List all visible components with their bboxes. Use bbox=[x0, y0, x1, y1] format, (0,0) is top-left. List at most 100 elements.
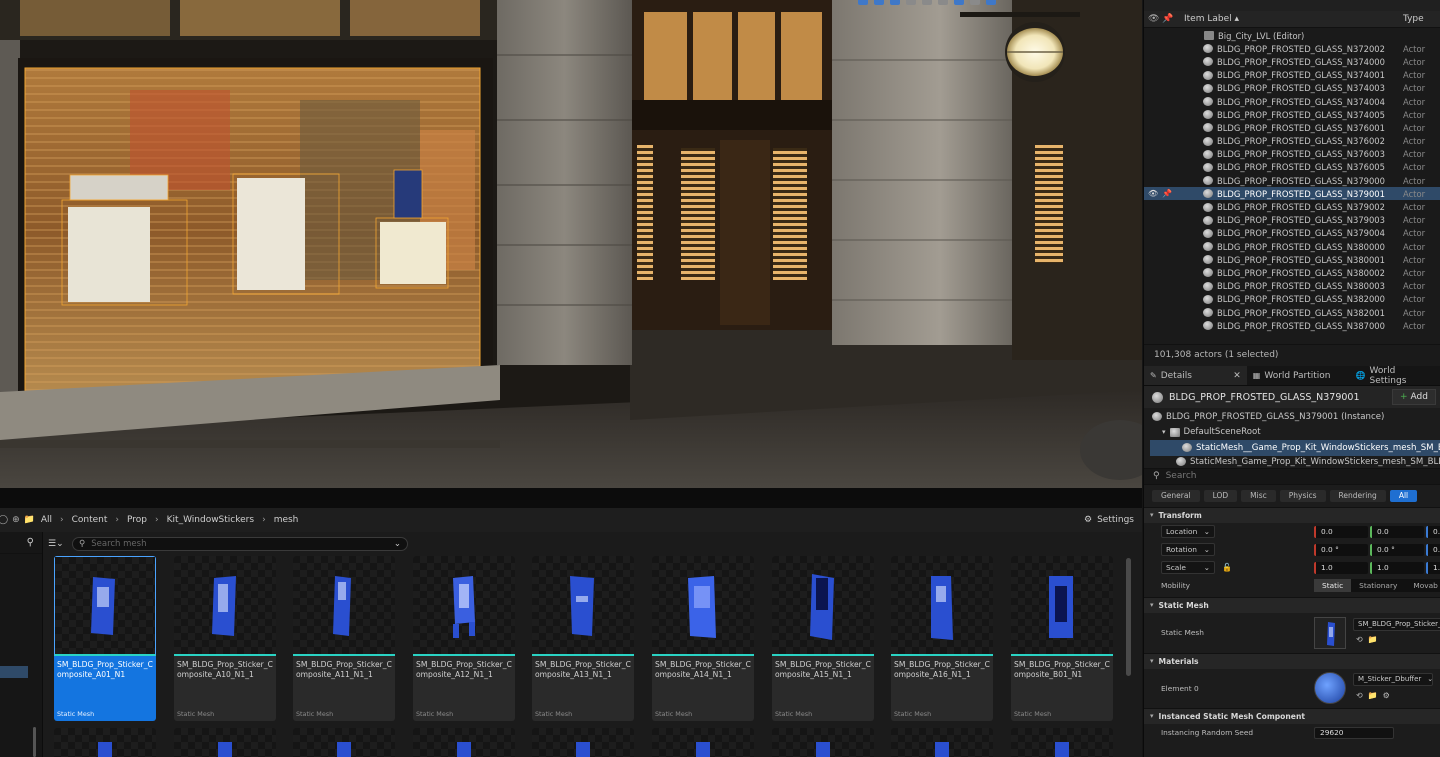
outliner-level-row[interactable]: Big_City_LVL (Editor) bbox=[1144, 29, 1440, 42]
tab-world-partition[interactable]: ▦ World Partition bbox=[1247, 366, 1350, 385]
asset-tile[interactable]: SM_BLDG_Prop_Sticker_Composite_A12_N1_1 S… bbox=[413, 556, 515, 721]
asset-tile-partial[interactable] bbox=[1011, 728, 1113, 757]
browse-icon[interactable]: 📁 bbox=[1368, 691, 1378, 700]
sources-search-icon[interactable]: ⚲ bbox=[0, 532, 42, 554]
asset-tile-partial[interactable] bbox=[174, 728, 276, 757]
history-icon[interactable]: ◯ bbox=[0, 515, 8, 525]
asset-tile[interactable]: SM_BLDG_Prop_Sticker_Composite_A10_N1_1 S… bbox=[174, 556, 276, 721]
tab-details[interactable]: ✎ Details ✕ bbox=[1144, 366, 1247, 385]
breadcrumb-prop[interactable]: Prop bbox=[127, 515, 147, 525]
section-materials[interactable]: ▾ Materials bbox=[1144, 652, 1440, 669]
close-icon[interactable]: ✕ bbox=[1233, 371, 1241, 381]
column-type[interactable]: Type bbox=[1403, 14, 1440, 24]
visibility-eye-icon[interactable]: 👁 bbox=[1148, 189, 1162, 198]
visibility-eye-icon[interactable]: 👁 bbox=[1148, 14, 1162, 24]
chevron-down-icon[interactable]: ▾ bbox=[1162, 428, 1166, 436]
rotation-x-input[interactable]: 0.0 ° bbox=[1314, 543, 1368, 556]
filter-all[interactable]: All bbox=[1389, 489, 1418, 502]
outliner-actor-row[interactable]: BLDG_PROP_FROSTED_GLASS_N374003 Actor bbox=[1144, 82, 1440, 95]
rotation-y-input[interactable]: 0.0 ° bbox=[1370, 543, 1424, 556]
chevron-down-icon[interactable]: ⌄ bbox=[394, 539, 401, 549]
mobility-toggle[interactable]: Static Stationary Movab bbox=[1314, 578, 1440, 592]
location-dropdown[interactable]: Location ⌄ bbox=[1161, 525, 1215, 538]
filter-misc[interactable]: Misc bbox=[1241, 489, 1276, 502]
pin-icon[interactable]: 📌 bbox=[1162, 189, 1176, 198]
outliner-actor-row[interactable]: 👁 📌 BLDG_PROP_FROSTED_GLASS_N379001 Actor bbox=[1144, 187, 1440, 201]
component-row[interactable]: BLDG_PROP_FROSTED_GLASS_N379001 (Instanc… bbox=[1144, 409, 1440, 425]
asset-tile-partial[interactable] bbox=[772, 728, 874, 757]
section-transform[interactable]: ▾ Transform bbox=[1144, 506, 1440, 523]
scale-x-input[interactable]: 1.0 bbox=[1314, 561, 1368, 574]
gear-icon[interactable]: ⚙ bbox=[1383, 691, 1390, 700]
chevron-right-icon[interactable]: › bbox=[60, 515, 64, 525]
outliner-actor-row[interactable]: BLDG_PROP_FROSTED_GLASS_N376001 Actor bbox=[1144, 121, 1440, 134]
breadcrumb-all[interactable]: All bbox=[41, 515, 52, 525]
asset-tile[interactable]: SM_BLDG_Prop_Sticker_Composite_A15_N1_1 S… bbox=[772, 556, 874, 721]
material-asset-picker[interactable]: M_Sticker_Dbuffer ⌄ bbox=[1353, 672, 1433, 686]
scale-dropdown[interactable]: Scale ⌄ bbox=[1161, 561, 1215, 574]
asset-tile[interactable]: SM_BLDG_Prop_Sticker_Composite_A16_N1_1 S… bbox=[891, 556, 993, 721]
outliner-search-bar[interactable] bbox=[1144, 0, 1440, 11]
location-z-input[interactable]: 0.0 bbox=[1426, 525, 1440, 538]
add-icon[interactable]: ⊕ bbox=[12, 515, 20, 525]
sources-scrollbar[interactable] bbox=[33, 727, 36, 757]
asset-tile-partial[interactable] bbox=[293, 728, 395, 757]
outliner-actor-row[interactable]: BLDG_PROP_FROSTED_GLASS_N376005 Actor bbox=[1144, 161, 1440, 174]
instancing-seed-input[interactable]: 29620 bbox=[1314, 726, 1394, 739]
outliner-actor-row[interactable]: BLDG_PROP_FROSTED_GLASS_N376003 Actor bbox=[1144, 148, 1440, 161]
selected-folder[interactable] bbox=[0, 666, 28, 678]
scale-z-input[interactable]: 1.0 bbox=[1426, 561, 1440, 574]
outliner-actor-row[interactable]: BLDG_PROP_FROSTED_GLASS_N374005 Actor bbox=[1144, 108, 1440, 121]
outliner-actor-row[interactable]: BLDG_PROP_FROSTED_GLASS_N380003 Actor bbox=[1144, 280, 1440, 293]
breadcrumb-kit-windowstickers[interactable]: Kit_WindowStickers bbox=[167, 515, 254, 525]
filter-rendering[interactable]: Rendering bbox=[1329, 489, 1386, 502]
section-static-mesh[interactable]: ▾ Static Mesh bbox=[1144, 596, 1440, 613]
asset-grid-scrollbar[interactable] bbox=[1126, 558, 1131, 676]
browse-icon[interactable]: 📁 bbox=[1368, 635, 1378, 644]
add-component-button[interactable]: + Add bbox=[1392, 389, 1436, 405]
location-x-input[interactable]: 0.0 bbox=[1314, 525, 1368, 538]
chevron-right-icon[interactable]: › bbox=[115, 515, 119, 525]
actor-name[interactable]: BLDG_PROP_FROSTED_GLASS_N379001 bbox=[1169, 392, 1392, 403]
outliner-actor-row[interactable]: BLDG_PROP_FROSTED_GLASS_N379002 Actor bbox=[1144, 200, 1440, 213]
outliner-tree[interactable]: Big_City_LVL (Editor) BLDG_PROP_FROSTED_… bbox=[1144, 29, 1440, 342]
filter-general[interactable]: General bbox=[1152, 489, 1200, 502]
scale-y-input[interactable]: 1.0 bbox=[1370, 561, 1424, 574]
component-row[interactable]: ▾ DefaultSceneRoot bbox=[1144, 425, 1440, 441]
outliner-actor-row[interactable]: BLDG_PROP_FROSTED_GLASS_N380001 Actor bbox=[1144, 253, 1440, 266]
chevron-right-icon[interactable]: › bbox=[262, 515, 266, 525]
component-row[interactable]: StaticMesh_Game_Prop_Kit_WindowStickers_… bbox=[1144, 456, 1440, 468]
column-item-label[interactable]: Item Label ▴ bbox=[1184, 14, 1403, 24]
asset-tile-partial[interactable] bbox=[532, 728, 634, 757]
rotation-z-input[interactable]: 0.0 bbox=[1426, 543, 1440, 556]
filter-physics[interactable]: Physics bbox=[1279, 489, 1326, 502]
back-arrow-icon[interactable]: ⟲ bbox=[1356, 691, 1363, 700]
chevron-right-icon[interactable]: › bbox=[155, 515, 159, 525]
outliner-actor-row[interactable]: BLDG_PROP_FROSTED_GLASS_N374001 Actor bbox=[1144, 69, 1440, 82]
static-mesh-thumbnail[interactable] bbox=[1314, 616, 1346, 649]
section-instanced-static-mesh[interactable]: ▾ Instanced Static Mesh Component bbox=[1144, 707, 1440, 724]
asset-tile-partial[interactable] bbox=[413, 728, 515, 757]
component-row[interactable]: StaticMesh__Game_Prop_Kit_WindowStickers… bbox=[1150, 440, 1440, 456]
location-y-input[interactable]: 0.0 bbox=[1370, 525, 1424, 538]
back-arrow-icon[interactable]: ⟲ bbox=[1356, 635, 1363, 644]
asset-tile[interactable]: SM_BLDG_Prop_Sticker_Composite_A01_N1 Sta… bbox=[54, 556, 156, 721]
material-thumbnail[interactable] bbox=[1314, 671, 1346, 704]
rotation-dropdown[interactable]: Rotation ⌄ bbox=[1161, 543, 1215, 556]
asset-tile-partial[interactable] bbox=[891, 728, 993, 757]
static-mesh-asset-picker[interactable]: SM_BLDG_Prop_Sticker_C bbox=[1353, 617, 1440, 631]
outliner-actor-row[interactable]: BLDG_PROP_FROSTED_GLASS_N382000 Actor bbox=[1144, 293, 1440, 306]
outliner-actor-row[interactable]: BLDG_PROP_FROSTED_GLASS_N382001 Actor bbox=[1144, 306, 1440, 319]
viewport-toolbar[interactable] bbox=[858, 0, 996, 6]
outliner-actor-row[interactable]: BLDG_PROP_FROSTED_GLASS_N379004 Actor bbox=[1144, 227, 1440, 240]
breadcrumb-content[interactable]: Content bbox=[72, 515, 108, 525]
details-search[interactable]: ⚲ Search bbox=[1144, 467, 1440, 485]
level-viewport[interactable] bbox=[0, 0, 1142, 488]
outliner-actor-row[interactable]: BLDG_PROP_FROSTED_GLASS_N380002 Actor bbox=[1144, 266, 1440, 279]
filter-icon[interactable]: ☰⌄ bbox=[48, 539, 72, 549]
breadcrumb-mesh[interactable]: mesh bbox=[274, 515, 299, 525]
mobility-static[interactable]: Static bbox=[1314, 578, 1352, 592]
outliner-actor-row[interactable]: BLDG_PROP_FROSTED_GLASS_N374004 Actor bbox=[1144, 95, 1440, 108]
asset-tile[interactable]: SM_BLDG_Prop_Sticker_Composite_A11_N1_1 S… bbox=[293, 556, 395, 721]
tab-world-settings[interactable]: 🌐 World Settings bbox=[1350, 366, 1440, 386]
